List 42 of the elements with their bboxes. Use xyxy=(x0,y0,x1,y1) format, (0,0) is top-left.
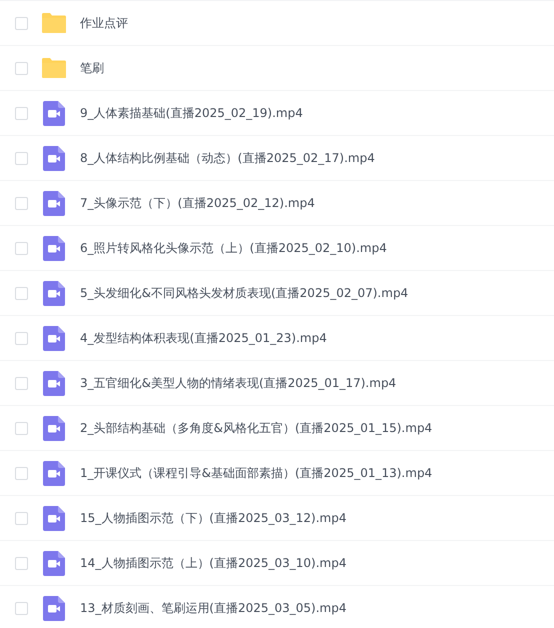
checkbox[interactable] xyxy=(15,242,28,254)
video-file-icon xyxy=(43,596,65,620)
file-name[interactable]: 13_材质刻画、笔刷运用(直播2025_03_05).mp4 xyxy=(80,600,346,616)
file-name[interactable]: 3_五官细化&美型人物的情绪表现(直播2025_01_17).mp4 xyxy=(80,374,396,392)
video-file-icon xyxy=(43,236,65,260)
video-file-icon xyxy=(43,416,65,440)
checkbox[interactable] xyxy=(15,332,28,344)
file-name[interactable]: 9_人体素描基础(直播2025_02_19).mp4 xyxy=(80,104,303,122)
video-file-icon xyxy=(43,190,65,216)
checkbox[interactable] xyxy=(15,556,28,570)
file-name[interactable]: 15_人物插图示范（下）(直播2025_03_12).mp4 xyxy=(80,510,346,526)
file-name[interactable]: 1_开课仪式（课程引导&基础面部素描）(直播2025_01_13).mp4 xyxy=(80,464,432,482)
file-name[interactable]: 6_照片转风格化头像示范（上）(直播2025_02_10).mp4 xyxy=(80,240,387,256)
file-name[interactable]: 4_发型结构体积表现(直播2025_01_23).mp4 xyxy=(80,330,327,346)
checkbox[interactable] xyxy=(15,152,28,164)
video-file-icon xyxy=(43,506,65,530)
folder-icon xyxy=(41,57,67,79)
checkbox[interactable] xyxy=(15,106,28,120)
video-file-icon xyxy=(43,100,65,126)
checkbox[interactable] xyxy=(15,466,28,480)
file-name[interactable]: 7_头像示范（下）(直播2025_02_12).mp4 xyxy=(80,194,315,212)
file-name[interactable]: 2_头部结构基础（多角度&风格化五官）(直播2025_01_15).mp4 xyxy=(80,420,432,436)
file-name[interactable]: 笔刷 xyxy=(80,60,104,76)
video-file-icon xyxy=(43,370,65,396)
file-name[interactable]: 5_头发细化&不同风格头发材质表现(直播2025_02_07).mp4 xyxy=(80,284,408,302)
file-name[interactable]: 作业点评 xyxy=(80,14,128,32)
checkbox[interactable] xyxy=(15,16,28,30)
checkbox[interactable] xyxy=(15,512,28,524)
video-file-icon xyxy=(43,326,65,350)
checkbox[interactable] xyxy=(15,62,28,74)
file-name[interactable]: 14_人物插图示范（上）(直播2025_03_10).mp4 xyxy=(80,554,346,572)
folder-icon xyxy=(41,12,67,34)
video-file-icon xyxy=(43,550,65,576)
video-file-icon xyxy=(43,460,65,486)
checkbox[interactable] xyxy=(15,422,28,434)
video-file-icon xyxy=(43,280,65,306)
checkbox[interactable] xyxy=(15,196,28,210)
checkbox[interactable] xyxy=(15,376,28,390)
checkbox[interactable] xyxy=(15,286,28,300)
file-name[interactable]: 8_人体结构比例基础（动态）(直播2025_02_17).mp4 xyxy=(80,150,375,166)
video-file-icon xyxy=(43,146,65,170)
checkbox[interactable] xyxy=(15,602,28,614)
